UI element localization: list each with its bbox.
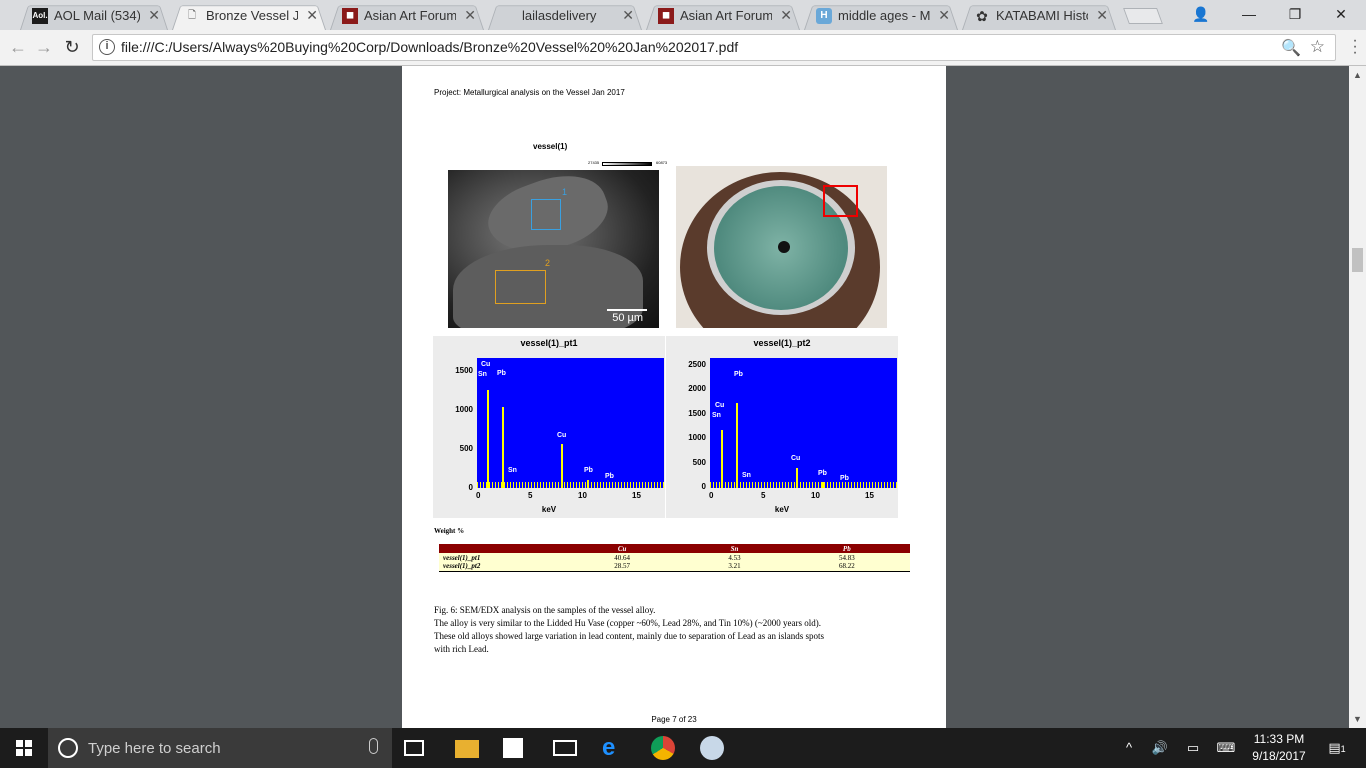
edge-icon[interactable]: e (602, 736, 626, 760)
sample-location-marker (823, 185, 858, 217)
spectrum-title: vessel(1)_pt2 (753, 338, 811, 348)
taskbar: Type here to search e ^ 🔊 ▭ ⌨ 11:33 PM 9… (0, 728, 1366, 768)
pdf-viewer: Project: Metallurgical analysis on the V… (0, 66, 1366, 728)
battery-icon[interactable]: ▭ (1182, 728, 1204, 768)
table-row: vessel(1)_pt1 40.64 4.53 54.83 (439, 553, 910, 562)
bookmark-star-icon[interactable]: ☆ (1310, 37, 1325, 57)
table-header: Cu (559, 544, 686, 553)
close-icon[interactable]: ✕ (780, 7, 792, 24)
edx-spectrum-pt2: vessel(1)_pt2 2500 2000 1500 1000 500 0 … (666, 336, 898, 518)
tab-strip: Aol. AOL Mail (534) ✕ 🗋 Bronze Vessel Ja… (0, 0, 1366, 30)
table-header (439, 544, 559, 553)
system-clock[interactable]: 11:33 PM 9/18/2017 (1240, 731, 1318, 765)
keyboard-icon[interactable]: ⌨ (1212, 728, 1240, 768)
back-button[interactable]: ← (6, 36, 30, 60)
sem-title: vessel(1) (533, 142, 568, 151)
aol-icon: Aol. (32, 8, 48, 24)
roi-1 (531, 199, 561, 230)
cortana-icon (58, 738, 78, 758)
h-icon: H (816, 8, 832, 24)
start-button[interactable] (0, 728, 48, 768)
close-icon[interactable]: ✕ (306, 7, 318, 24)
new-tab-button[interactable] (1123, 8, 1163, 24)
chrome-icon[interactable] (651, 736, 675, 760)
mail-icon[interactable] (553, 740, 577, 756)
zoom-icon[interactable]: 🔍 (1281, 38, 1301, 58)
microphone-icon[interactable] (369, 738, 378, 754)
address-bar[interactable]: i file:///C:/Users/Always%20Buying%20Cor… (92, 34, 1336, 61)
minimize-button[interactable]: — (1226, 0, 1272, 30)
close-window-button[interactable]: ✕ (1318, 0, 1364, 30)
table-header: Pb (783, 544, 910, 553)
close-icon[interactable]: ✕ (622, 7, 634, 24)
tab-title: middle ages - Me (838, 8, 930, 23)
tab-title: Asian Art Forums - (364, 8, 456, 23)
info-icon[interactable]: i (99, 39, 115, 55)
volume-icon[interactable]: 🔊 (1148, 728, 1172, 768)
close-icon[interactable]: ✕ (1096, 7, 1108, 24)
project-title: Project: Metallurgical analysis on the V… (434, 88, 625, 97)
tab-title: lailasdelivery (522, 8, 597, 23)
tab-aol-mail[interactable]: Aol. AOL Mail (534) ✕ (14, 2, 174, 30)
scroll-down-icon[interactable]: ▼ (1353, 714, 1362, 724)
chrome-menu-icon[interactable]: · · · (1350, 33, 1360, 61)
crest-icon: ✿ (976, 8, 988, 24)
tab-title: Asian Art Forums - (680, 8, 772, 23)
spectrum-title: vessel(1)_pt1 (520, 338, 578, 348)
scrollbar-thumb[interactable] (1352, 248, 1363, 272)
restore-button[interactable]: ❐ (1272, 0, 1318, 30)
composition-table: Cu Sn Pb vessel(1)_pt1 40.64 4.53 54.83 … (439, 544, 910, 572)
pdf-page: Project: Metallurgical analysis on the V… (402, 66, 946, 728)
store-icon[interactable] (503, 738, 523, 758)
close-icon[interactable]: ✕ (938, 7, 950, 24)
document-icon: 🗋 (187, 10, 197, 21)
micrograph-scale: 50 µm (612, 312, 643, 324)
forum-icon: ◼ (342, 8, 358, 24)
windows-icon (16, 740, 32, 756)
intensity-scalebar: 27435 60873 (588, 160, 668, 166)
search-placeholder[interactable]: Type here to search (88, 740, 221, 757)
page-number: Page 7 of 23 (651, 715, 697, 724)
tab-title: Bronze Vessel Jan (206, 8, 298, 23)
spectrum-plot: Cu Sn Pb Cu Sn Pb Pb (477, 358, 664, 488)
notifications-icon[interactable]: ▤1 (1320, 728, 1354, 768)
close-icon[interactable]: ✕ (148, 7, 160, 24)
file-explorer-icon[interactable] (455, 740, 479, 758)
tab-bronze-vessel[interactable]: 🗋 Bronze Vessel Jan ✕ (166, 2, 332, 30)
spectrum-plot: Pb Cu Sn Cu Sn Pb Pb (710, 358, 897, 488)
vessel-photo (676, 166, 887, 328)
taskbar-search[interactable]: Type here to search (48, 728, 392, 768)
task-view-icon[interactable] (404, 740, 424, 756)
sem-micrograph: 1 2 50 µm (448, 170, 659, 328)
show-hidden-icons-icon[interactable]: ^ (1118, 728, 1140, 768)
weight-label: Weight % (434, 527, 465, 535)
profile-icon[interactable]: 👤 (1178, 0, 1224, 30)
tab-asian-art-forums-2[interactable]: ◼ Asian Art Forums - ✕ (640, 2, 806, 30)
tab-asian-art-forums-1[interactable]: ◼ Asian Art Forums - ✕ (324, 2, 490, 30)
table-header-row: Cu Sn Pb (439, 544, 910, 553)
close-icon[interactable]: ✕ (464, 7, 476, 24)
tab-middle-ages[interactable]: H middle ages - Me ✕ (798, 2, 964, 30)
forward-button[interactable]: → (32, 36, 56, 60)
vertical-scrollbar[interactable]: ▲ ▼ (1349, 66, 1366, 728)
table-header: Sn (685, 544, 784, 553)
tab-title: AOL Mail (534) (54, 8, 140, 23)
tab-katabami[interactable]: ✿ KATABAMI History ✕ (956, 2, 1122, 30)
reload-button[interactable]: ↻ (60, 36, 84, 60)
roi-2 (495, 270, 546, 304)
url-text[interactable]: file:///C:/Users/Always%20Buying%20Corp/… (121, 39, 738, 55)
forum-icon: ◼ (658, 8, 674, 24)
table-row: vessel(1)_pt2 28.57 3.21 68.22 (439, 562, 910, 572)
paint-icon[interactable] (700, 736, 724, 760)
scroll-up-icon[interactable]: ▲ (1353, 70, 1362, 80)
tab-lailasdelivery[interactable]: lailasdelivery ✕ (482, 2, 648, 30)
tab-title: KATABAMI History (996, 8, 1088, 23)
browser-toolbar: ← → ↻ i file:///C:/Users/Always%20Buying… (0, 30, 1366, 66)
figure-caption: Fig. 6: SEM/EDX analysis on the samples … (434, 605, 824, 654)
edx-spectrum-pt1: vessel(1)_pt1 1500 1000 500 0 Cu Sn Pb C… (433, 336, 665, 518)
